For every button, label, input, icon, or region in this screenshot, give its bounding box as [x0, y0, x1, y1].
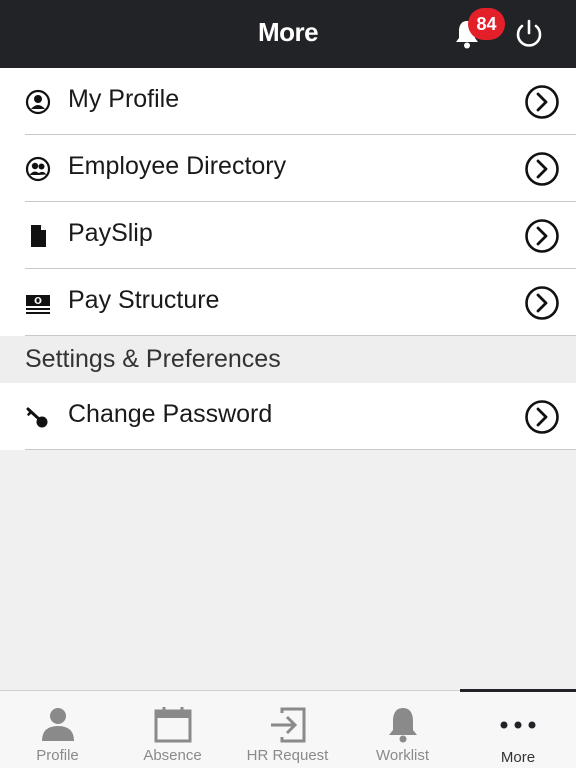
money-icon: [26, 295, 50, 314]
menu-item-label: PaySlip: [68, 219, 153, 247]
menu-item-my-profile[interactable]: My Profile: [0, 68, 576, 135]
bottom-tab-bar: Profile Absence HR Request Worklist More: [0, 689, 576, 768]
active-tab-indicator: [460, 689, 576, 692]
tab-hr-request[interactable]: HR Request: [230, 691, 345, 768]
menu-item-pay-structure[interactable]: Pay Structure: [0, 269, 576, 336]
calendar-icon: [154, 707, 191, 743]
chevron-right-circle-icon[interactable]: [524, 218, 560, 254]
more-dots-icon: [500, 721, 536, 729]
tab-profile[interactable]: Profile: [0, 691, 115, 768]
notification-badge[interactable]: 84: [468, 8, 505, 40]
tab-absence[interactable]: Absence: [115, 691, 230, 768]
menu-item-label: Employee Directory: [68, 152, 287, 180]
menu-item-payslip[interactable]: PaySlip: [0, 202, 576, 269]
chevron-right-circle-icon[interactable]: [524, 399, 560, 435]
app-header: More 84: [0, 0, 576, 68]
menu-item-label: Pay Structure: [68, 286, 220, 314]
section-title: Settings & Preferences: [25, 345, 281, 373]
sign-in-icon: [270, 707, 305, 743]
divider: [25, 449, 576, 450]
tab-worklist[interactable]: Worklist: [345, 691, 460, 768]
chevron-right-circle-icon[interactable]: [524, 84, 560, 120]
key-icon: [26, 407, 48, 428]
tab-label: Absence: [143, 747, 202, 764]
bell-icon: [388, 708, 417, 743]
tab-label: More: [500, 749, 536, 766]
menu-list: My Profile Employee Directory PaySlip Pa…: [0, 68, 576, 450]
tab-label: Profile: [36, 747, 79, 764]
section-header-settings: Settings & Preferences: [0, 336, 576, 383]
person-icon: [41, 708, 74, 741]
tab-more[interactable]: More: [460, 689, 576, 768]
menu-item-label: My Profile: [68, 85, 180, 113]
menu-item-label: Change Password: [68, 400, 273, 428]
chevron-right-circle-icon[interactable]: [524, 151, 560, 187]
power-icon[interactable]: [513, 18, 545, 50]
document-icon: [31, 225, 46, 247]
tab-label: HR Request: [246, 747, 329, 764]
chevron-right-circle-icon[interactable]: [524, 285, 560, 321]
people-circle-icon: [25, 156, 51, 182]
tab-label: Worklist: [375, 747, 430, 764]
person-circle-icon: [25, 89, 51, 115]
menu-item-employee-directory[interactable]: Employee Directory: [0, 135, 576, 202]
menu-item-change-password[interactable]: Change Password: [0, 383, 576, 450]
